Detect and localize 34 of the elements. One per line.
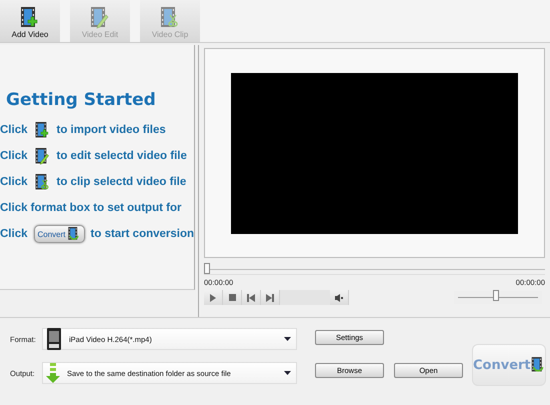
- instruction-text: Click: [0, 176, 28, 188]
- instruction-text: to clip selectd video file: [56, 176, 186, 188]
- slider-thumb[interactable]: [204, 263, 210, 274]
- volume-button[interactable]: [330, 290, 349, 305]
- caret-icon: [284, 371, 291, 375]
- seek-slider[interactable]: [204, 264, 545, 275]
- guide-title: Getting Started: [5, 90, 157, 110]
- previous-button[interactable]: [242, 290, 261, 305]
- speaker-icon: [335, 294, 343, 302]
- film-pencil-icon: [34, 148, 50, 164]
- instruction-text: to edit selectd video file: [56, 150, 187, 162]
- instruction-text: Click: [0, 228, 28, 240]
- skip-back-icon: [247, 294, 255, 302]
- instruction-text: Click: [0, 150, 28, 162]
- film-icon: [66, 227, 81, 241]
- instruction-text: to start conversion: [90, 228, 194, 240]
- stop-button[interactable]: [223, 290, 242, 305]
- instruction-text: Click format box to set output for: [0, 202, 182, 214]
- toolbar-button[interactable]: Add Video: [0, 0, 60, 42]
- convert-badge: Convert: [34, 225, 85, 243]
- device-icon: [46, 328, 62, 350]
- instruction-text: Click: [0, 124, 28, 136]
- down-arrow-icon: [46, 363, 60, 383]
- film-scissors-icon: [34, 174, 50, 190]
- next-button[interactable]: [261, 290, 280, 305]
- slider-thumb[interactable]: [493, 290, 500, 301]
- caret-icon: [284, 337, 291, 341]
- instruction-text: to import video files: [56, 124, 166, 136]
- play-button[interactable]: [204, 290, 223, 305]
- play-icon: [209, 294, 217, 302]
- film-plus-icon: [34, 122, 50, 138]
- film-pencil-icon: [89, 7, 111, 29]
- stop-icon: [228, 294, 236, 301]
- skip-forward-icon: [266, 294, 274, 302]
